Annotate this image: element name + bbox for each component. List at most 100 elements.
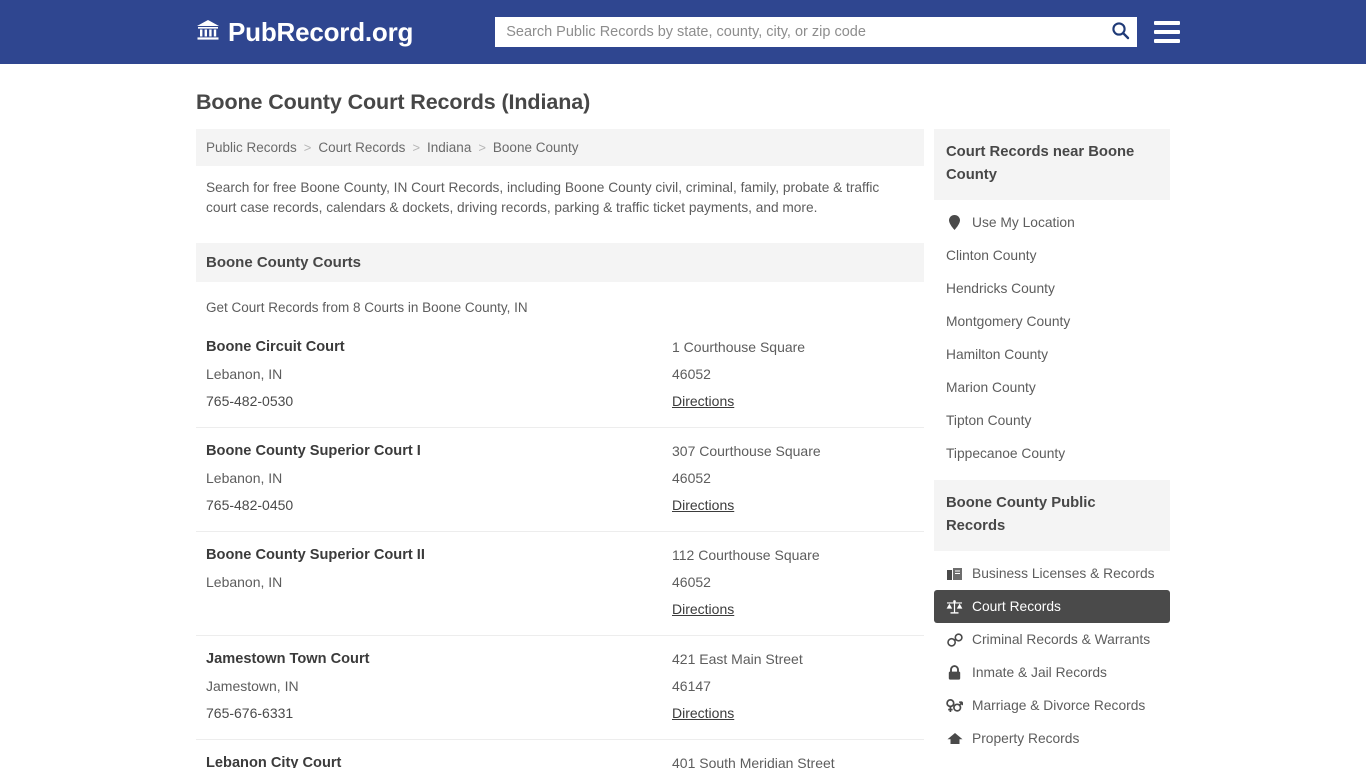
- court-info-left: Boone County Superior Court I Lebanon, I…: [206, 443, 672, 515]
- court-name-link[interactable]: Lebanon City Court: [206, 755, 672, 768]
- sidebar-item-marion-county[interactable]: Marion County: [934, 371, 1170, 404]
- header-right-group: [495, 17, 1190, 47]
- sidebar-item-label: Court Records: [972, 599, 1061, 614]
- court-name-link[interactable]: Boone County Superior Court I: [206, 443, 672, 459]
- court-phone: 765-482-0530: [206, 393, 672, 409]
- court-city: Lebanon, IN: [206, 470, 672, 486]
- sidebar-item-label: Marriage & Divorce Records: [972, 698, 1145, 713]
- court-zip: 46052: [672, 574, 914, 590]
- court-zip: 46052: [672, 470, 914, 486]
- courts-list: Boone Circuit Court Lebanon, IN 765-482-…: [196, 324, 924, 768]
- sidebar-item-label: Clinton County: [946, 248, 1037, 263]
- courts-section-heading: Boone County Courts: [196, 243, 924, 282]
- court-name-link[interactable]: Boone Circuit Court: [206, 339, 672, 355]
- sidebar-item-use-my-location[interactable]: Use My Location: [934, 206, 1170, 239]
- court-info-left: Boone County Superior Court II Lebanon, …: [206, 547, 672, 619]
- sidebar-item-hendricks-county[interactable]: Hendricks County: [934, 272, 1170, 305]
- court-info-right: 421 East Main Street 46147 Directions: [672, 651, 914, 723]
- court-address: 307 Courthouse Square: [672, 443, 914, 459]
- court-zip: 46147: [672, 678, 914, 694]
- gender-symbols-icon: [946, 698, 963, 713]
- table-row: Boone Circuit Court Lebanon, IN 765-482-…: [196, 324, 924, 427]
- sidebar-item-tipton-county[interactable]: Tipton County: [934, 404, 1170, 437]
- court-phone: 765-676-6331: [206, 705, 672, 721]
- sidebar-item-criminal-records[interactable]: Criminal Records & Warrants: [934, 623, 1170, 656]
- breadcrumb-item-indiana[interactable]: Indiana: [427, 140, 471, 155]
- public-records-panel-title: Boone County Public Records: [934, 480, 1170, 551]
- sidebar-item-business-licenses[interactable]: Business Licenses & Records: [934, 557, 1170, 590]
- hamburger-bar: [1154, 30, 1180, 34]
- directions-link[interactable]: Directions: [672, 601, 734, 617]
- court-address: 112 Courthouse Square: [672, 547, 914, 563]
- court-name-link[interactable]: Boone County Superior Court II: [206, 547, 672, 563]
- court-name-link[interactable]: Jamestown Town Court: [206, 651, 672, 667]
- map-pin-icon: [946, 215, 963, 230]
- hamburger-bar: [1154, 39, 1180, 43]
- content-columns: Public Records > Court Records > Indiana…: [196, 129, 1170, 768]
- nearby-court-records-panel: Court Records near Boone County Use My L…: [934, 129, 1170, 470]
- directions-link[interactable]: Directions: [672, 393, 734, 409]
- page-title: Boone County Court Records (Indiana): [196, 90, 1170, 115]
- court-city: Jamestown, IN: [206, 678, 672, 694]
- sidebar-item-label: Tippecanoe County: [946, 446, 1065, 461]
- breadcrumb-item-court-records[interactable]: Court Records: [318, 140, 405, 155]
- hamburger-bar: [1154, 21, 1180, 25]
- main-content-column: Public Records > Court Records > Indiana…: [196, 129, 924, 768]
- court-phone: 765-482-0450: [206, 497, 672, 513]
- nearby-panel-body: Use My Location Clinton County Hendricks…: [934, 200, 1170, 470]
- bank-building-icon: [196, 19, 220, 46]
- sidebar-item-label: Montgomery County: [946, 314, 1070, 329]
- page-container: Boone County Court Records (Indiana) Pub…: [0, 90, 1366, 768]
- hamburger-menu-icon[interactable]: [1154, 21, 1180, 43]
- sidebar-item-label: Marion County: [946, 380, 1036, 395]
- search-input[interactable]: [495, 17, 1103, 47]
- sidebar-item-label: Business Licenses & Records: [972, 566, 1155, 581]
- court-info-right: 112 Courthouse Square 46052 Directions: [672, 547, 914, 619]
- site-logo-link[interactable]: PubRecord.org: [196, 17, 413, 48]
- breadcrumb-separator: >: [304, 140, 312, 155]
- court-info-right: 307 Courthouse Square 46052 Directions: [672, 443, 914, 515]
- sidebar-item-label: Hendricks County: [946, 281, 1055, 296]
- sidebar: Court Records near Boone County Use My L…: [934, 129, 1170, 765]
- sidebar-item-label: Hamilton County: [946, 347, 1048, 362]
- court-info-left: Lebanon City Court Lebanon, IN 765-482-8…: [206, 755, 672, 768]
- court-info-left: Boone Circuit Court Lebanon, IN 765-482-…: [206, 339, 672, 411]
- sidebar-item-clinton-county[interactable]: Clinton County: [934, 239, 1170, 272]
- lock-icon: [946, 665, 963, 680]
- search-icon: [1111, 21, 1130, 43]
- breadcrumb-separator: >: [478, 140, 486, 155]
- site-header: PubRecord.org: [0, 0, 1366, 64]
- sidebar-item-property-records[interactable]: Property Records: [934, 722, 1170, 755]
- court-info-left: Jamestown Town Court Jamestown, IN 765-6…: [206, 651, 672, 723]
- house-icon: [946, 732, 963, 745]
- directions-link[interactable]: Directions: [672, 497, 734, 513]
- search-button[interactable]: [1103, 17, 1137, 47]
- court-address: 1 Courthouse Square: [672, 339, 914, 355]
- breadcrumb: Public Records > Court Records > Indiana…: [196, 129, 924, 166]
- sidebar-item-label: Criminal Records & Warrants: [972, 632, 1150, 647]
- public-records-panel: Boone County Public Records Business Lic…: [934, 480, 1170, 755]
- breadcrumb-separator: >: [412, 140, 420, 155]
- handcuffs-icon: [946, 633, 963, 647]
- nearby-panel-title: Court Records near Boone County: [934, 129, 1170, 200]
- directions-link[interactable]: Directions: [672, 705, 734, 721]
- sidebar-item-montgomery-county[interactable]: Montgomery County: [934, 305, 1170, 338]
- sidebar-item-marriage-divorce-records[interactable]: Marriage & Divorce Records: [934, 689, 1170, 722]
- page-intro-text: Search for free Boone County, IN Court R…: [196, 166, 906, 218]
- sidebar-item-label: Inmate & Jail Records: [972, 665, 1107, 680]
- search-box[interactable]: [495, 17, 1137, 47]
- sidebar-item-tippecanoe-county[interactable]: Tippecanoe County: [934, 437, 1170, 470]
- court-city: Lebanon, IN: [206, 574, 672, 590]
- sidebar-item-court-records[interactable]: Court Records: [934, 590, 1170, 623]
- court-zip: 46052: [672, 366, 914, 382]
- breadcrumb-item-boone-county[interactable]: Boone County: [493, 140, 579, 155]
- sidebar-item-label: Property Records: [972, 731, 1079, 746]
- table-row: Lebanon City Court Lebanon, IN 765-482-8…: [196, 739, 924, 768]
- site-brand-name: PubRecord.org: [228, 17, 413, 48]
- sidebar-item-inmate-jail-records[interactable]: Inmate & Jail Records: [934, 656, 1170, 689]
- sidebar-item-hamilton-county[interactable]: Hamilton County: [934, 338, 1170, 371]
- breadcrumb-item-public-records[interactable]: Public Records: [206, 140, 297, 155]
- sidebar-item-label: Tipton County: [946, 413, 1031, 428]
- court-address: 421 East Main Street: [672, 651, 914, 667]
- public-records-panel-body: Business Licenses & Records: [934, 551, 1170, 755]
